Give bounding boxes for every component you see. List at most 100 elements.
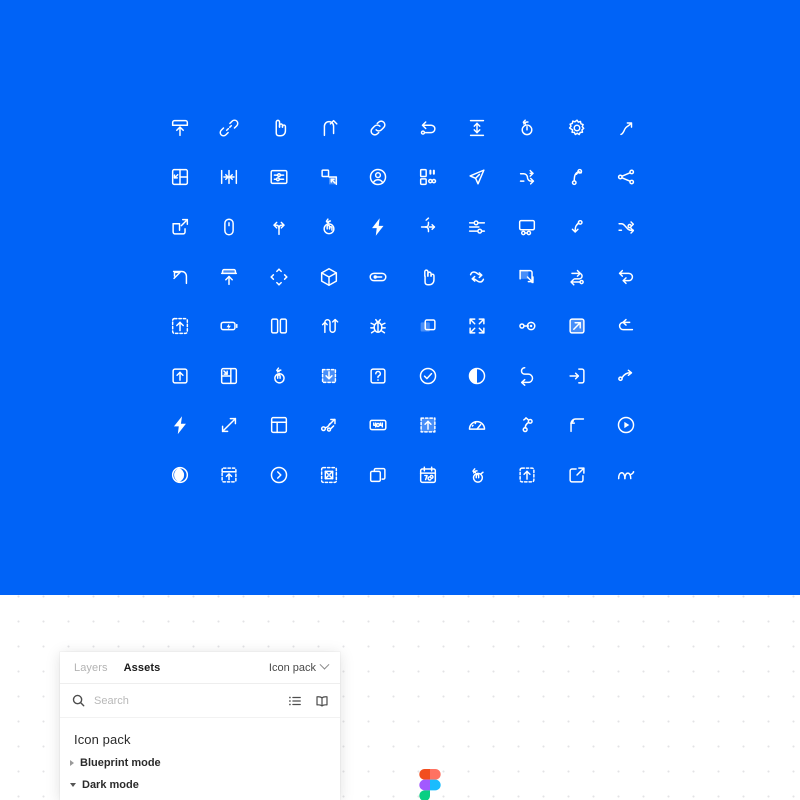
frame-resize-icon[interactable] bbox=[502, 252, 552, 302]
search-icon bbox=[72, 694, 85, 707]
vertical-resize-icon[interactable] bbox=[453, 103, 503, 153]
wavy-arrow-up-icon[interactable] bbox=[601, 103, 651, 153]
chevron-right-circle-icon[interactable] bbox=[254, 450, 304, 500]
document-selector[interactable]: Icon pack bbox=[268, 659, 330, 674]
mouse-icon[interactable] bbox=[205, 202, 255, 252]
node-corner-arrow-icon[interactable] bbox=[552, 202, 602, 252]
icon-grid bbox=[155, 103, 650, 500]
squiggle-path-icon[interactable] bbox=[601, 450, 651, 500]
list-view-icon[interactable] bbox=[288, 694, 302, 708]
external-link-icon[interactable] bbox=[552, 450, 602, 500]
scan-fullscreen-icon[interactable] bbox=[304, 450, 354, 500]
check-circle-icon[interactable] bbox=[403, 351, 453, 401]
layout-drag-icon[interactable] bbox=[155, 153, 205, 203]
copy-icon[interactable] bbox=[353, 450, 403, 500]
broken-link-icon[interactable] bbox=[205, 103, 255, 153]
two-finger-tap-icon[interactable] bbox=[403, 252, 453, 302]
tap-gesture-icon[interactable] bbox=[254, 351, 304, 401]
columns-two-icon[interactable] bbox=[254, 301, 304, 351]
section-label: Dark mode bbox=[82, 779, 139, 791]
wave-path-icon[interactable] bbox=[304, 301, 354, 351]
branch-split-icon[interactable] bbox=[254, 202, 304, 252]
cube-icon[interactable] bbox=[304, 252, 354, 302]
play-circle-icon[interactable] bbox=[601, 401, 651, 451]
arrow-expand-corner-icon[interactable] bbox=[155, 252, 205, 302]
diagonal-resize-icon[interactable] bbox=[205, 401, 255, 451]
login-door-icon[interactable] bbox=[552, 351, 602, 401]
pointing-hand-icon[interactable] bbox=[254, 103, 304, 153]
chevron-down-icon bbox=[319, 659, 330, 670]
lightning-bolt-icon[interactable] bbox=[353, 202, 403, 252]
assets-panel[interactable]: Layers Assets Icon pack Search Icon pack… bbox=[60, 652, 340, 800]
upload-square-icon[interactable] bbox=[155, 351, 205, 401]
branch-arrow-icon[interactable] bbox=[403, 202, 453, 252]
pill-toggle-icon[interactable] bbox=[353, 252, 403, 302]
undo-loop-icon[interactable] bbox=[502, 351, 552, 401]
node-connect-icon[interactable] bbox=[502, 301, 552, 351]
arrow-u-turn-up-icon[interactable] bbox=[304, 103, 354, 153]
view-toggle-group bbox=[288, 694, 329, 708]
rotate-click-icon[interactable] bbox=[502, 103, 552, 153]
refresh-loop-icon[interactable] bbox=[453, 252, 503, 302]
share-nodes-icon[interactable] bbox=[601, 153, 651, 203]
layout-resize-icon[interactable] bbox=[205, 351, 255, 401]
battery-bolt-icon[interactable] bbox=[205, 301, 255, 351]
bug-icon[interactable] bbox=[353, 301, 403, 351]
upload-dashed-icon[interactable] bbox=[502, 450, 552, 500]
upload-dashed-box-icon[interactable] bbox=[155, 301, 205, 351]
layout-panels-icon[interactable] bbox=[254, 401, 304, 451]
select-upload-icon[interactable] bbox=[403, 401, 453, 451]
tab-layers[interactable]: Layers bbox=[74, 662, 108, 674]
link-icon[interactable] bbox=[353, 103, 403, 153]
collapse-horizontal-icon[interactable] bbox=[205, 153, 255, 203]
toggle-on-icon[interactable] bbox=[453, 351, 503, 401]
sliders-icon[interactable] bbox=[453, 202, 503, 252]
undo-arrow-icon[interactable] bbox=[601, 301, 651, 351]
help-box-icon[interactable] bbox=[353, 351, 403, 401]
gear-icon[interactable] bbox=[552, 103, 602, 153]
select-download-icon[interactable] bbox=[304, 351, 354, 401]
shuffle-arrows-icon[interactable] bbox=[502, 153, 552, 203]
click-hold-icon[interactable] bbox=[304, 202, 354, 252]
tab-assets[interactable]: Assets bbox=[124, 662, 161, 674]
external-frame-icon[interactable] bbox=[155, 202, 205, 252]
icon-pack-artboard[interactable] bbox=[0, 0, 800, 595]
duplicate-square-icon[interactable] bbox=[403, 301, 453, 351]
split-path-icon[interactable] bbox=[601, 202, 651, 252]
move-diamond-icon[interactable] bbox=[254, 252, 304, 302]
gauge-icon[interactable] bbox=[453, 401, 503, 451]
upload-box-icon[interactable] bbox=[155, 103, 205, 153]
upload-panel-icon[interactable] bbox=[205, 450, 255, 500]
search-input[interactable] bbox=[94, 694, 234, 707]
return-path-icon[interactable] bbox=[601, 252, 651, 302]
send-cursor-icon[interactable] bbox=[453, 153, 503, 203]
swap-path-icon[interactable] bbox=[552, 252, 602, 302]
section-dark-mode[interactable]: Dark mode bbox=[60, 769, 340, 791]
dashboard-blocks-icon[interactable] bbox=[403, 153, 453, 203]
figma-logo bbox=[419, 769, 441, 800]
upload-frame-icon[interactable] bbox=[205, 252, 255, 302]
pack-title: Icon pack bbox=[74, 732, 131, 747]
error-404-icon[interactable] bbox=[353, 401, 403, 451]
corner-bracket-icon[interactable] bbox=[552, 401, 602, 451]
document-selector-label: Icon pack bbox=[268, 661, 316, 674]
arrow-box-filled-icon[interactable] bbox=[552, 301, 602, 351]
section-label: Blueprint mode bbox=[80, 757, 161, 769]
chevron-right-icon bbox=[70, 760, 74, 766]
expand-arrows-icon[interactable] bbox=[453, 301, 503, 351]
select-region-icon[interactable] bbox=[304, 153, 354, 203]
node-drag-icon[interactable] bbox=[502, 401, 552, 451]
section-blueprint-mode[interactable]: Blueprint mode bbox=[60, 747, 340, 769]
bezier-path-icon[interactable] bbox=[601, 351, 651, 401]
screen-dots-icon[interactable] bbox=[502, 202, 552, 252]
library-book-icon[interactable] bbox=[315, 694, 329, 708]
calendar-27-icon[interactable] bbox=[403, 450, 453, 500]
settings-frame-icon[interactable] bbox=[254, 153, 304, 203]
eye-target-icon[interactable] bbox=[155, 450, 205, 500]
node-path-up-icon[interactable] bbox=[552, 153, 602, 203]
lightning-icon[interactable] bbox=[155, 401, 205, 451]
user-circle-icon[interactable] bbox=[353, 153, 403, 203]
path-branch-icon[interactable] bbox=[304, 401, 354, 451]
undo-path-icon[interactable] bbox=[403, 103, 453, 153]
swipe-gesture-icon[interactable] bbox=[453, 450, 503, 500]
